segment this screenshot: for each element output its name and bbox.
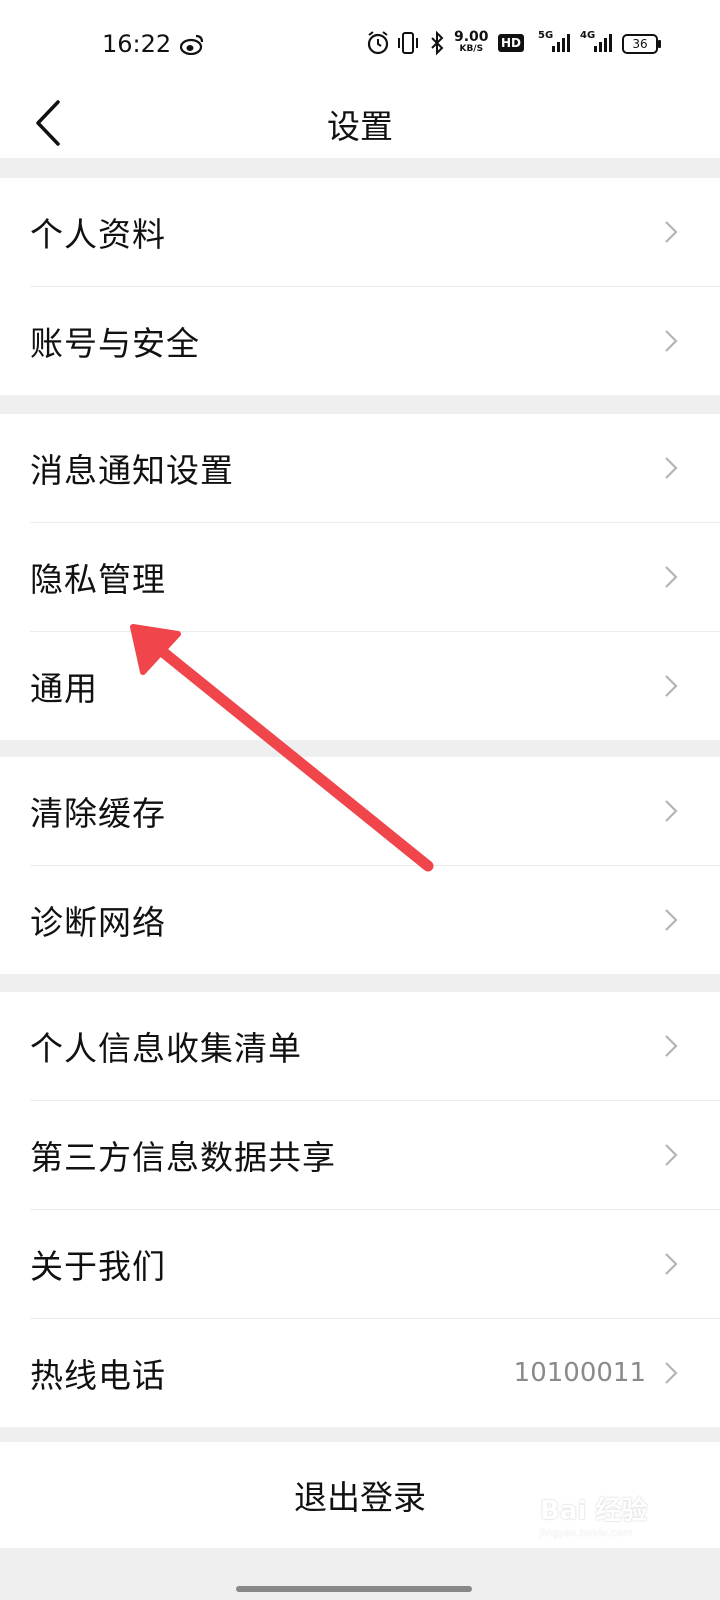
settings-item-general[interactable]: 通用 [0, 632, 720, 740]
watermark-sub: jingyan.baidu.com [540, 1528, 633, 1539]
settings-item-third-party-sharing[interactable]: 第三方信息数据共享 [0, 1101, 720, 1209]
settings-item-label: 账号与安全 [30, 324, 200, 363]
hd-icon: HD [498, 34, 525, 52]
net-speed-value: 9.00 [454, 29, 489, 45]
chevron-right-icon [665, 1144, 678, 1166]
settings-group-info: 个人信息收集清单 第三方信息数据共享 关于我们 热线电话 10100011 [0, 992, 720, 1427]
hd-label: HD [501, 36, 522, 50]
alarm-icon [366, 30, 390, 60]
chevron-right-icon [665, 457, 678, 479]
settings-item-notifications[interactable]: 消息通知设置 [0, 414, 720, 522]
settings-item-label: 清除缓存 [30, 794, 166, 833]
battery-tip [658, 40, 661, 48]
settings-item-hotline[interactable]: 热线电话 10100011 [0, 1319, 720, 1427]
settings-group-general: 消息通知设置 隐私管理 通用 [0, 414, 720, 740]
settings-group-account: 个人资料 账号与安全 [0, 178, 720, 395]
settings-item-label: 隐私管理 [30, 560, 166, 599]
settings-item-label: 第三方信息数据共享 [30, 1138, 336, 1177]
settings-item-privacy[interactable]: 隐私管理 [0, 523, 720, 631]
chevron-right-icon [665, 675, 678, 697]
settings-item-account-security[interactable]: 账号与安全 [0, 287, 720, 395]
status-time: 16:22 [102, 30, 172, 58]
hotline-number: 10100011 [513, 1358, 646, 1388]
chevron-right-icon [665, 566, 678, 588]
settings-group-maintenance: 清除缓存 诊断网络 [0, 757, 720, 974]
chevron-right-icon [665, 221, 678, 243]
net-speed: 9.00 KB/S [454, 30, 489, 55]
settings-item-label: 通用 [30, 669, 98, 708]
weibo-icon [180, 34, 204, 55]
settings-item-label: 个人资料 [30, 215, 166, 254]
chevron-right-icon [665, 1362, 678, 1384]
bluetooth-icon [428, 30, 446, 60]
watermark-text: Bai 经验 [540, 1496, 648, 1526]
settings-item-label: 诊断网络 [30, 903, 166, 942]
settings-item-info-collection[interactable]: 个人信息收集清单 [0, 992, 720, 1100]
vibrate-icon [396, 30, 420, 60]
status-bar: 16:22 9.00 KB/S HD 5G 4G 36 [0, 0, 720, 90]
settings-item-clear-cache[interactable]: 清除缓存 [0, 757, 720, 865]
net-speed-unit: KB/S [459, 44, 484, 54]
settings-item-label: 消息通知设置 [30, 451, 234, 490]
settings-item-diagnose-network[interactable]: 诊断网络 [0, 866, 720, 974]
settings-item-label: 关于我们 [30, 1247, 166, 1286]
settings-item-about-us[interactable]: 关于我们 [0, 1210, 720, 1318]
home-indicator[interactable] [236, 1586, 472, 1592]
chevron-right-icon [665, 330, 678, 352]
chevron-right-icon [665, 800, 678, 822]
settings-item-label: 个人信息收集清单 [30, 1029, 302, 1068]
battery-level: 36 [632, 37, 648, 51]
chevron-right-icon [665, 1035, 678, 1057]
settings-item-label: 热线电话 [30, 1356, 166, 1395]
baidu-watermark: Bai 经验 jingyan.baidu.com [540, 1490, 680, 1550]
nav-bar: 设置 [0, 90, 720, 158]
battery-icon: 36 [622, 34, 658, 54]
chevron-right-icon [665, 909, 678, 931]
settings-item-profile[interactable]: 个人资料 [0, 178, 720, 286]
chevron-right-icon [665, 1253, 678, 1275]
page-title: 设置 [327, 107, 393, 146]
